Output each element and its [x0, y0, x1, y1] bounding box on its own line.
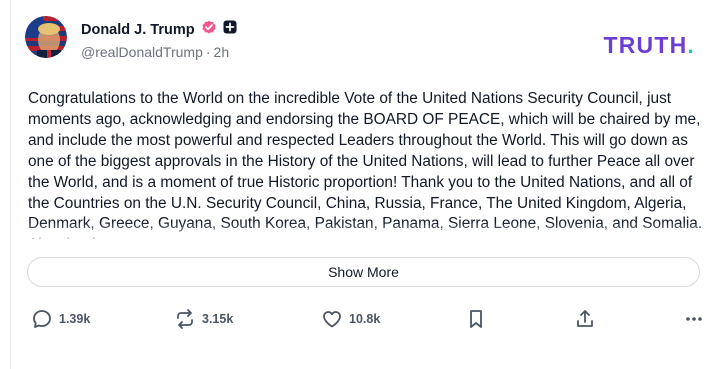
post-body: Congratulations to the World on the incr… — [28, 90, 702, 239]
share-icon — [574, 308, 596, 330]
author-name[interactable]: Donald J. Trump — [81, 22, 195, 38]
show-more-button[interactable]: Show More — [27, 257, 700, 287]
more-options-button[interactable] — [683, 305, 705, 333]
reply-icon — [31, 308, 53, 330]
truth-logo-text: TRUTH — [603, 32, 688, 58]
post-header: Donald J. Trump @realDonaldTrump · 2h TRUT… — [25, 14, 695, 64]
truth-logo-dot: . — [687, 32, 695, 58]
retruth-button[interactable]: 3.15k — [174, 305, 233, 333]
reply-button[interactable]: 1.39k — [31, 305, 90, 333]
avatar[interactable] — [25, 16, 67, 58]
reply-count: 1.39k — [59, 312, 91, 326]
action-bar: 1.39k 3.15k 10.8k — [31, 305, 702, 333]
text-fade-overlay — [28, 222, 708, 244]
like-count: 10.8k — [349, 312, 381, 326]
post-time[interactable]: 2h — [214, 44, 230, 60]
post-card: Donald J. Trump @realDonaldTrump · 2h TRUT… — [10, 0, 714, 369]
plus-badge-icon — [223, 20, 237, 39]
bookmark-button[interactable] — [465, 305, 487, 333]
like-icon — [321, 308, 343, 330]
verified-badge-icon — [201, 19, 217, 40]
more-options-icon — [683, 308, 705, 330]
share-button[interactable] — [574, 305, 596, 333]
bookmark-icon — [465, 308, 487, 330]
author-handle-row: @realDonaldTrump · 2h — [81, 44, 229, 60]
retruth-icon — [174, 308, 196, 330]
author-row: Donald J. Trump — [81, 19, 237, 40]
truth-logo[interactable]: TRUTH. — [603, 32, 695, 59]
retruth-count: 3.15k — [202, 312, 234, 326]
like-button[interactable]: 10.8k — [321, 305, 380, 333]
author-handle[interactable]: @realDonaldTrump — [81, 44, 203, 60]
separator: · — [205, 44, 211, 60]
